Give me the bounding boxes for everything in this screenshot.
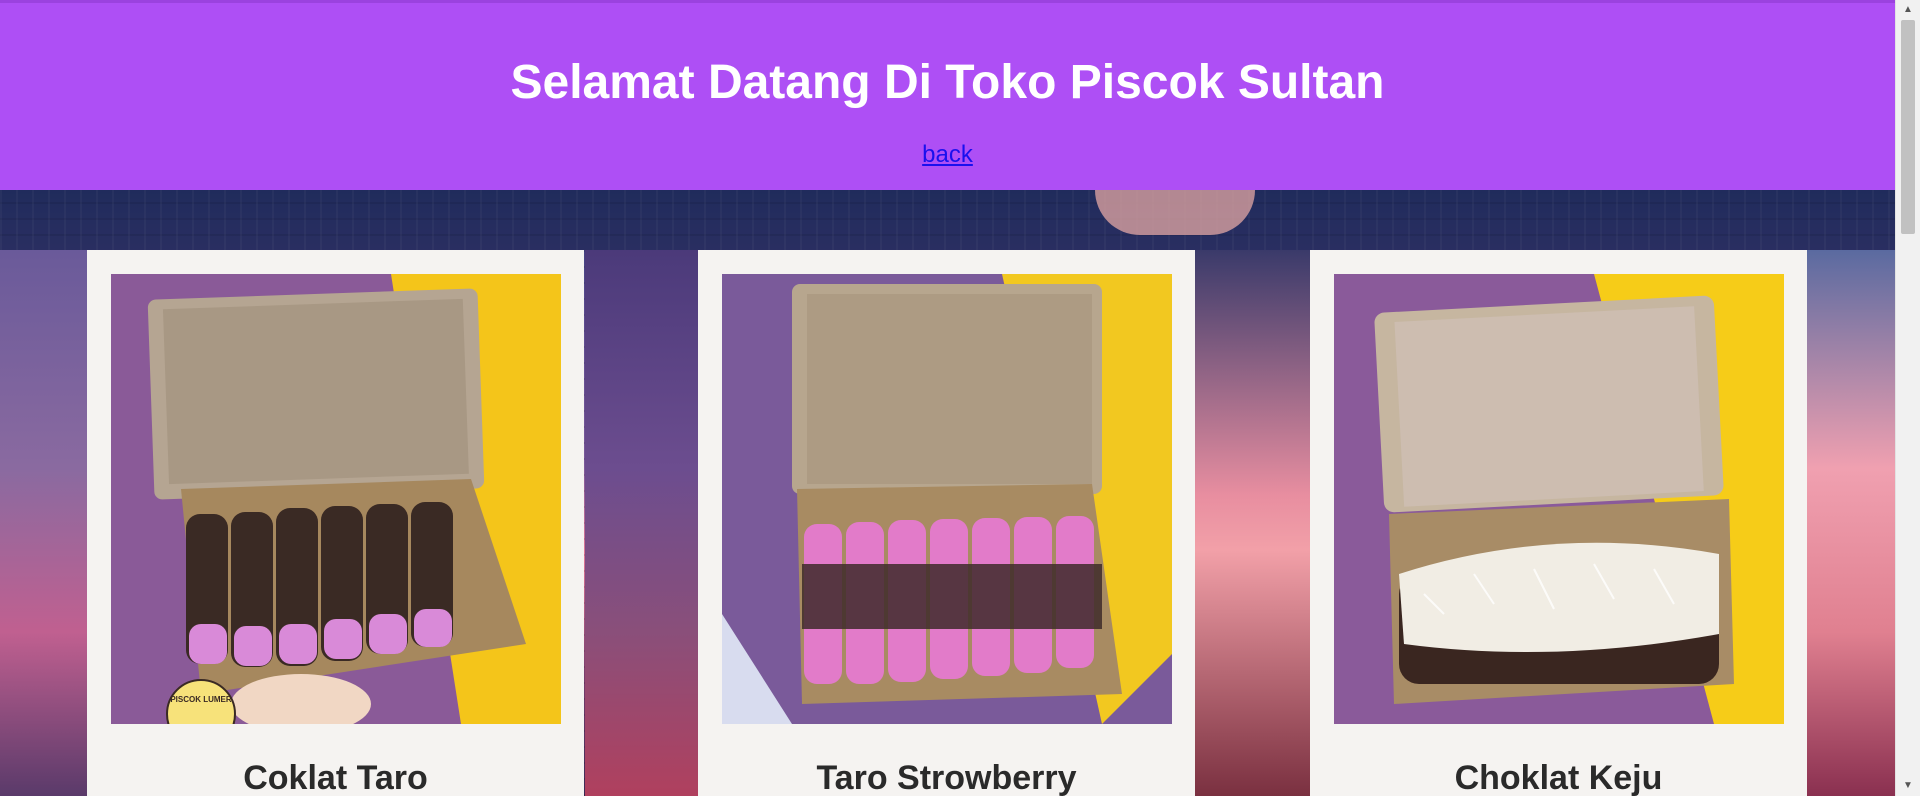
product-name: Choklat Keju xyxy=(1454,759,1663,796)
product-image: PISCOK LUMER xyxy=(111,274,561,724)
vertical-scrollbar[interactable]: ▲ ▼ xyxy=(1895,0,1920,796)
scrollbar-thumb[interactable] xyxy=(1901,20,1915,234)
chevron-up-icon[interactable]: ▲ xyxy=(1896,0,1920,20)
page-title: Selamat Datang Di Toko Piscok Sultan xyxy=(510,56,1385,109)
back-link[interactable]: back xyxy=(0,141,1895,169)
page: Selamat Datang Di Toko Piscok Sultan bac… xyxy=(0,0,1895,796)
product-image xyxy=(722,274,1172,724)
page-header: Selamat Datang Di Toko Piscok Sultan bac… xyxy=(0,0,1895,190)
chevron-down-icon[interactable]: ▼ xyxy=(1896,776,1920,796)
product-card[interactable]: Choklat Keju xyxy=(1310,250,1807,796)
product-card[interactable]: PISCOK LUMER Coklat Taro xyxy=(87,250,584,796)
product-image xyxy=(1334,274,1784,724)
brand-logo-text: PISCOK LUMER xyxy=(170,695,232,704)
product-card[interactable]: Taro Strowberry xyxy=(698,250,1195,796)
product-name: Coklat Taro xyxy=(243,759,428,796)
product-name: Taro Strowberry xyxy=(816,759,1077,796)
